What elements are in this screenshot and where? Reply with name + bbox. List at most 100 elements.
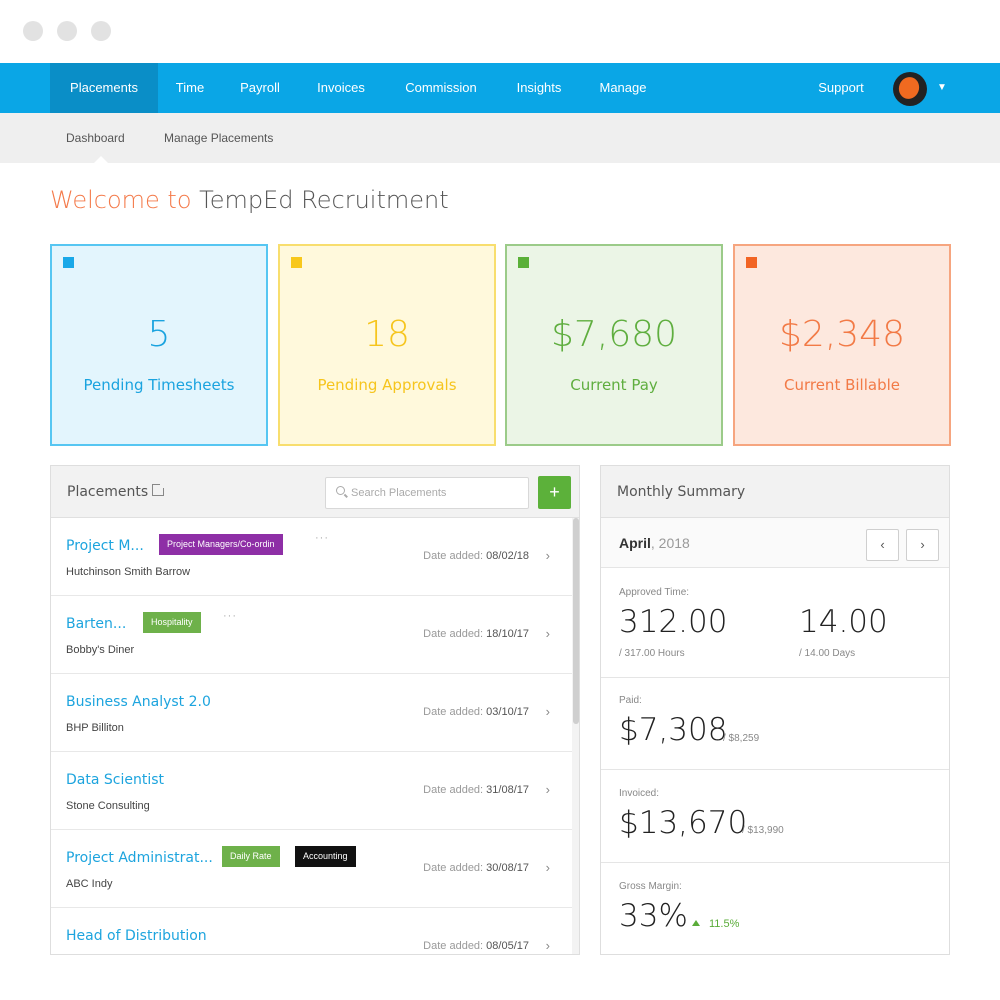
square-icon	[291, 257, 302, 268]
approved-hours-sub: / 317.00 Hours	[619, 648, 685, 659]
tag-badge: Accounting	[295, 846, 356, 867]
search-placeholder: Search Placements	[351, 487, 447, 499]
nav-time[interactable]: Time	[160, 63, 220, 113]
search-icon	[336, 486, 345, 495]
placement-company: Bobby's Diner	[66, 644, 135, 656]
gross-margin-value: 33%	[619, 898, 688, 934]
chevron-right-icon[interactable]: ›	[546, 626, 550, 641]
stat-card-current-billable[interactable]: $2,348 Current Billable	[733, 244, 951, 446]
placement-title[interactable]: Data Scientist	[66, 772, 164, 788]
stat-card-pending-approvals[interactable]: 18 Pending Approvals	[278, 244, 496, 446]
nav-commission[interactable]: Commission	[388, 63, 494, 113]
tag-badge: Hospitality	[143, 612, 201, 633]
date-value: 03/10/17	[486, 706, 529, 718]
date-label: Date added:	[423, 706, 484, 718]
placement-title[interactable]: Project Administrat...	[66, 850, 213, 866]
placement-row[interactable]: Head of Distribution Date added: 08/05/1…	[51, 908, 572, 954]
placement-row[interactable]: Project M... Project Managers/Co-ordin ·…	[51, 518, 572, 596]
placement-date: Date added: 03/10/17	[423, 706, 529, 718]
paid-sub: / $8,259	[723, 733, 760, 744]
placement-date: Date added: 30/08/17	[423, 862, 529, 874]
stat-label: Current Billable	[783, 376, 900, 394]
nav-placements[interactable]: Placements	[50, 63, 158, 113]
placement-date: Date added: 08/02/18	[423, 550, 529, 562]
chevron-right-icon[interactable]: ›	[546, 782, 550, 797]
prev-month-button[interactable]: ‹	[866, 529, 899, 561]
tag-badge: Project Managers/Co-ordin	[159, 534, 283, 555]
chevron-right-icon[interactable]: ›	[546, 704, 550, 719]
stat-label: Current Pay	[570, 376, 658, 394]
next-month-button[interactable]: ›	[906, 529, 939, 561]
invoiced-value: $13,670	[619, 805, 748, 841]
date-label: Date added:	[423, 862, 484, 874]
stat-value: 5	[147, 314, 171, 355]
placement-company: BHP Billiton	[66, 722, 124, 734]
placements-panel: Placements Search Placements + Project M…	[50, 465, 580, 955]
placement-title[interactable]: Barten...	[66, 616, 126, 632]
more-icon[interactable]: ···	[223, 610, 237, 622]
placement-title[interactable]: Head of Distribution	[66, 928, 207, 944]
square-icon	[63, 257, 74, 268]
invoiced-section: Invoiced: $13,670 / $13,990	[601, 770, 949, 863]
chevron-right-icon[interactable]: ›	[546, 548, 550, 563]
date-label: Date added:	[423, 550, 484, 562]
nav-support[interactable]: Support	[800, 63, 882, 113]
square-icon	[518, 257, 529, 268]
placement-row[interactable]: Project Administrat... Daily Rate Accoun…	[51, 830, 572, 908]
window-close-dot[interactable]	[23, 21, 43, 41]
selected-month: April, 2018	[619, 535, 690, 551]
month-selector: April, 2018 ‹ ›	[601, 518, 949, 568]
placement-date: Date added: 18/10/17	[423, 628, 529, 640]
window-minimize-dot[interactable]	[57, 21, 77, 41]
summary-header: Monthly Summary	[601, 466, 949, 518]
date-value: 08/05/17	[486, 940, 529, 952]
stat-card-pending-timesheets[interactable]: 5 Pending Timesheets	[50, 244, 268, 446]
tag-badge: Daily Rate	[222, 846, 280, 867]
nav-invoices[interactable]: Invoices	[302, 63, 380, 113]
stat-value: 18	[364, 314, 410, 355]
placement-row[interactable]: Data Scientist Stone Consulting Date add…	[51, 752, 572, 830]
gross-margin-label: Gross Margin:	[619, 881, 682, 892]
nav-insights[interactable]: Insights	[500, 63, 578, 113]
nav-manage[interactable]: Manage	[585, 63, 661, 113]
add-placement-button[interactable]: +	[538, 476, 571, 509]
placement-row[interactable]: Business Analyst 2.0 BHP Billiton Date a…	[51, 674, 572, 752]
summary-title: Monthly Summary	[617, 484, 746, 500]
gross-margin-section: Gross Margin: 33% 11.5%	[601, 863, 949, 954]
trend-up-icon	[692, 920, 700, 926]
placement-title[interactable]: Project M...	[66, 538, 144, 554]
placement-company: Hutchinson Smith Barrow	[66, 566, 191, 578]
approved-time-section: Approved Time: 312.00 / 317.00 Hours 14.…	[601, 568, 949, 678]
monthly-summary-panel: Monthly Summary April, 2018 ‹ › Approved…	[600, 465, 950, 955]
date-label: Date added:	[423, 628, 484, 640]
more-icon[interactable]: ···	[315, 532, 329, 544]
chevron-down-icon[interactable]: ▼	[937, 82, 947, 93]
window-chrome	[0, 0, 1000, 63]
placement-title[interactable]: Business Analyst 2.0	[66, 694, 211, 710]
placement-date: Date added: 31/08/17	[423, 784, 529, 796]
stat-label: Pending Timesheets	[83, 376, 235, 394]
search-placements-input[interactable]: Search Placements	[325, 477, 529, 509]
active-tab-pointer	[93, 156, 109, 164]
page-title: Welcome to TempEd Recruitment	[50, 186, 449, 214]
stat-card-current-pay[interactable]: $7,680 Current Pay	[505, 244, 723, 446]
welcome-prefix: Welcome to	[50, 186, 192, 214]
placement-row[interactable]: Barten... Hospitality ··· Bobby's Diner …	[51, 596, 572, 674]
nav-payroll[interactable]: Payroll	[224, 63, 296, 113]
month-year: , 2018	[650, 535, 690, 551]
chevron-right-icon[interactable]: ›	[546, 938, 550, 953]
scrollbar-thumb[interactable]	[573, 518, 579, 724]
window-maximize-dot[interactable]	[91, 21, 111, 41]
user-avatar[interactable]	[893, 72, 927, 106]
subnav-manage-placements[interactable]: Manage Placements	[164, 113, 273, 163]
placement-company: ABC Indy	[66, 878, 113, 890]
date-value: 31/08/17	[486, 784, 529, 796]
chevron-right-icon[interactable]: ›	[546, 860, 550, 875]
external-link-icon[interactable]	[152, 482, 166, 496]
date-label: Date added:	[423, 940, 484, 952]
approved-hours-value: 312.00	[619, 604, 728, 640]
date-value: 08/02/18	[486, 550, 529, 562]
paid-value: $7,308	[619, 712, 728, 748]
stat-label: Pending Approvals	[317, 376, 457, 394]
square-icon	[746, 257, 757, 268]
